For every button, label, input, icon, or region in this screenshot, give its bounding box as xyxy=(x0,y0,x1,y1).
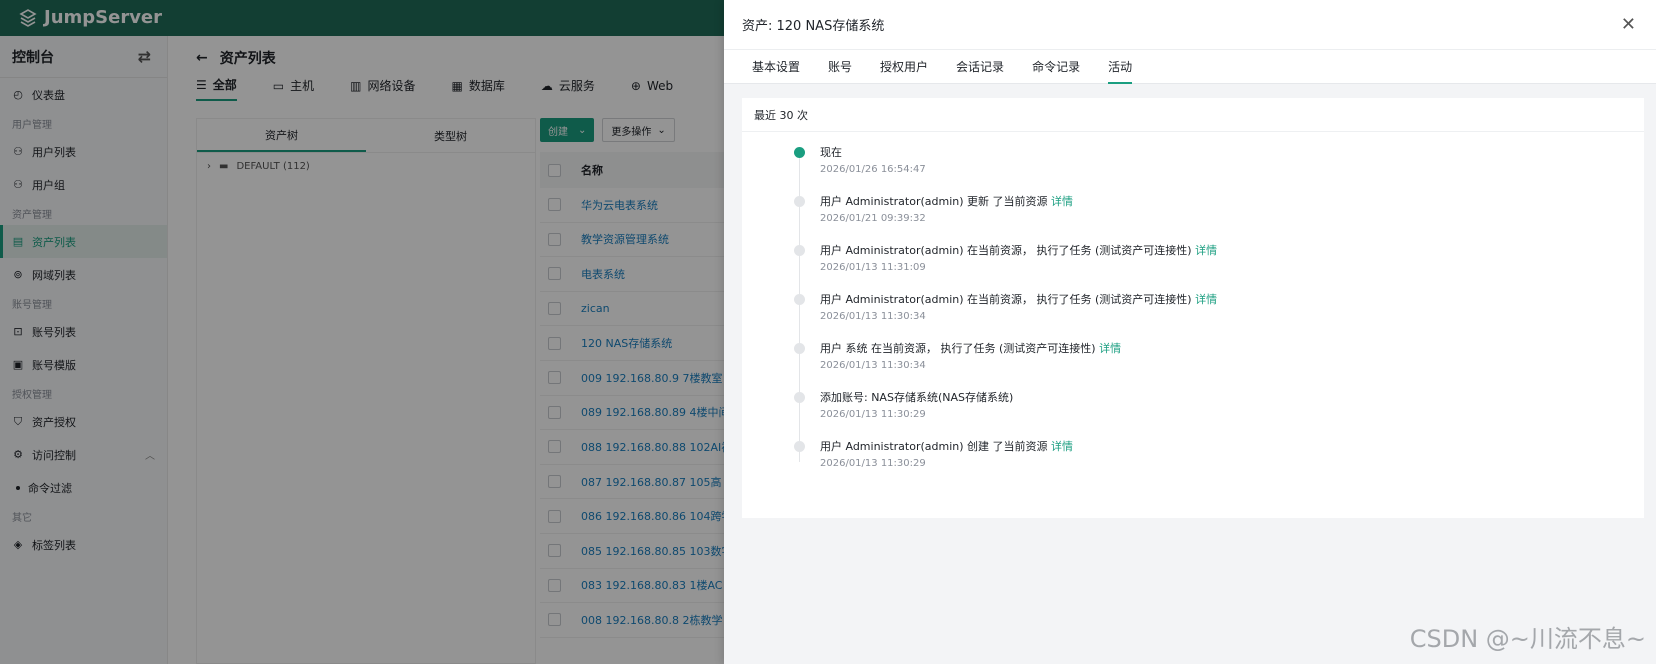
timeline-dot-icon xyxy=(794,343,805,354)
timeline-item: 现在 2026/01/26 16:54:47 xyxy=(742,140,1644,192)
timeline-dot-icon xyxy=(794,245,805,256)
tab-command-records[interactable]: 命令记录 xyxy=(1032,58,1080,82)
activity-time: 2026/01/13 11:30:29 xyxy=(820,409,926,420)
timeline-item: 用户 系统 在当前资源， 执行了任务 (测试资产可连接性) 详情 2026/01/… xyxy=(742,336,1644,388)
tab-session-records[interactable]: 会话记录 xyxy=(956,58,1004,82)
activity-time: 2026/01/13 11:30:34 xyxy=(820,360,926,371)
asset-detail-drawer: 资产: 120 NAS存储系统 ✕ 基本设置 账号 授权用户 会话记录 命令记录… xyxy=(724,0,1656,664)
drawer-tabs: 基本设置 账号 授权用户 会话记录 命令记录 活动 xyxy=(724,50,1656,84)
timeline-dot-icon xyxy=(794,294,805,305)
activity-text: 用户 Administrator(admin) 在当前资源， 执行了任务 (测试… xyxy=(820,293,1218,306)
drawer-title: 资产: 120 NAS存储系统 xyxy=(742,19,885,34)
activity-card-title: 最近 30 次 xyxy=(742,98,1644,132)
tab-account[interactable]: 账号 xyxy=(828,58,852,82)
timeline-dot-icon xyxy=(794,441,805,452)
timeline-dot-icon xyxy=(794,196,805,207)
timeline-dot-icon xyxy=(794,392,805,403)
detail-link[interactable]: 详情 xyxy=(1051,440,1073,453)
activity-text: 用户 Administrator(admin) 创建 了当前资源 详情 xyxy=(820,440,1074,453)
tab-activity[interactable]: 活动 xyxy=(1108,58,1133,84)
detail-link[interactable]: 详情 xyxy=(1195,244,1217,257)
modal-overlay[interactable] xyxy=(0,0,724,664)
activity-text: 用户 Administrator(admin) 更新 了当前资源 详情 xyxy=(820,195,1074,208)
detail-link[interactable]: 详情 xyxy=(1195,293,1217,306)
csdn-watermark: CSDN @~川流不息~ xyxy=(1409,625,1646,653)
timeline-dot-icon xyxy=(794,147,805,158)
timeline-item: 用户 Administrator(admin) 在当前资源， 执行了任务 (测试… xyxy=(742,287,1644,339)
activity-time: 2026/01/13 11:30:29 xyxy=(820,458,926,469)
detail-link[interactable]: 详情 xyxy=(1099,342,1121,355)
tab-authorized-users[interactable]: 授权用户 xyxy=(880,58,928,82)
timeline-item: 用户 Administrator(admin) 更新 了当前资源 详情 2026/… xyxy=(742,189,1644,241)
activity-text: 添加账号: NAS存储系统(NAS存储系统) xyxy=(820,391,1014,404)
tab-basic-settings[interactable]: 基本设置 xyxy=(752,58,800,82)
activity-text: 现在 xyxy=(820,146,842,159)
detail-link[interactable]: 详情 xyxy=(1051,195,1073,208)
timeline-item: 用户 Administrator(admin) 在当前资源， 执行了任务 (测试… xyxy=(742,238,1644,290)
timeline-item: 用户 Administrator(admin) 创建 了当前资源 详情 2026/… xyxy=(742,434,1644,486)
activity-text: 用户 Administrator(admin) 在当前资源， 执行了任务 (测试… xyxy=(820,244,1218,257)
activity-time: 2026/01/21 09:39:32 xyxy=(820,213,926,224)
drawer-header: 资产: 120 NAS存储系统 ✕ xyxy=(724,0,1656,50)
close-icon[interactable]: ✕ xyxy=(1621,14,1636,35)
activity-text: 用户 系统 在当前资源， 执行了任务 (测试资产可连接性) 详情 xyxy=(820,342,1122,355)
timeline-item: 添加账号: NAS存储系统(NAS存储系统) 2026/01/13 11:30:2… xyxy=(742,385,1644,437)
activity-time: 2026/01/26 16:54:47 xyxy=(820,164,926,175)
activity-card: 最近 30 次 现在 2026/01/26 16:54:47 用户 Administ… xyxy=(742,98,1644,518)
activity-time: 2026/01/13 11:30:34 xyxy=(820,311,926,322)
activity-time: 2026/01/13 11:31:09 xyxy=(820,262,926,273)
